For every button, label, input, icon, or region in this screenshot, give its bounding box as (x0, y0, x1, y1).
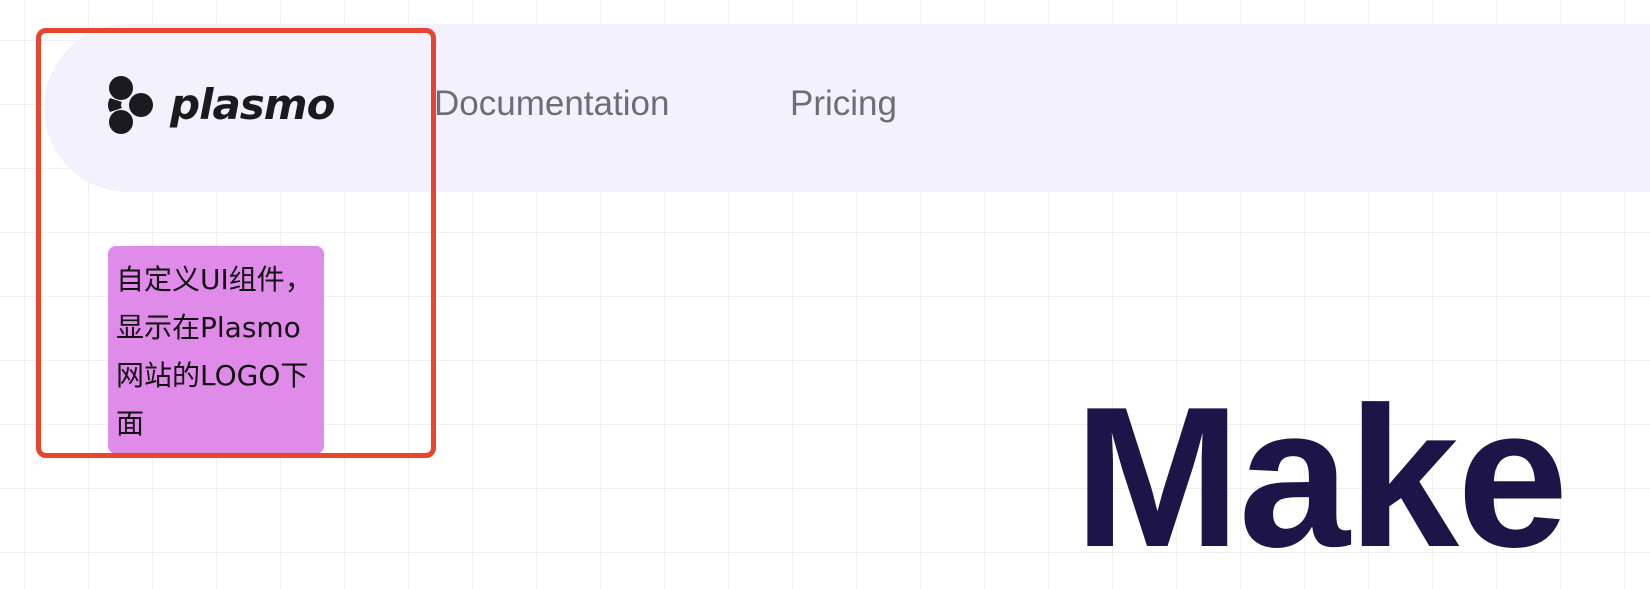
logo-link[interactable]: plasmo (106, 74, 335, 136)
nav-link-pricing[interactable]: Pricing (790, 86, 897, 121)
plasmo-logo-icon (108, 76, 153, 134)
hero-title: Make (1074, 366, 1568, 589)
logo-wordmark: plasmo (170, 80, 335, 129)
custom-ui-widget: 自定义UI组件，显示在Plasmo网站的LOGO下面 (108, 246, 324, 454)
nav-link-documentation[interactable]: Documentation (434, 86, 669, 121)
